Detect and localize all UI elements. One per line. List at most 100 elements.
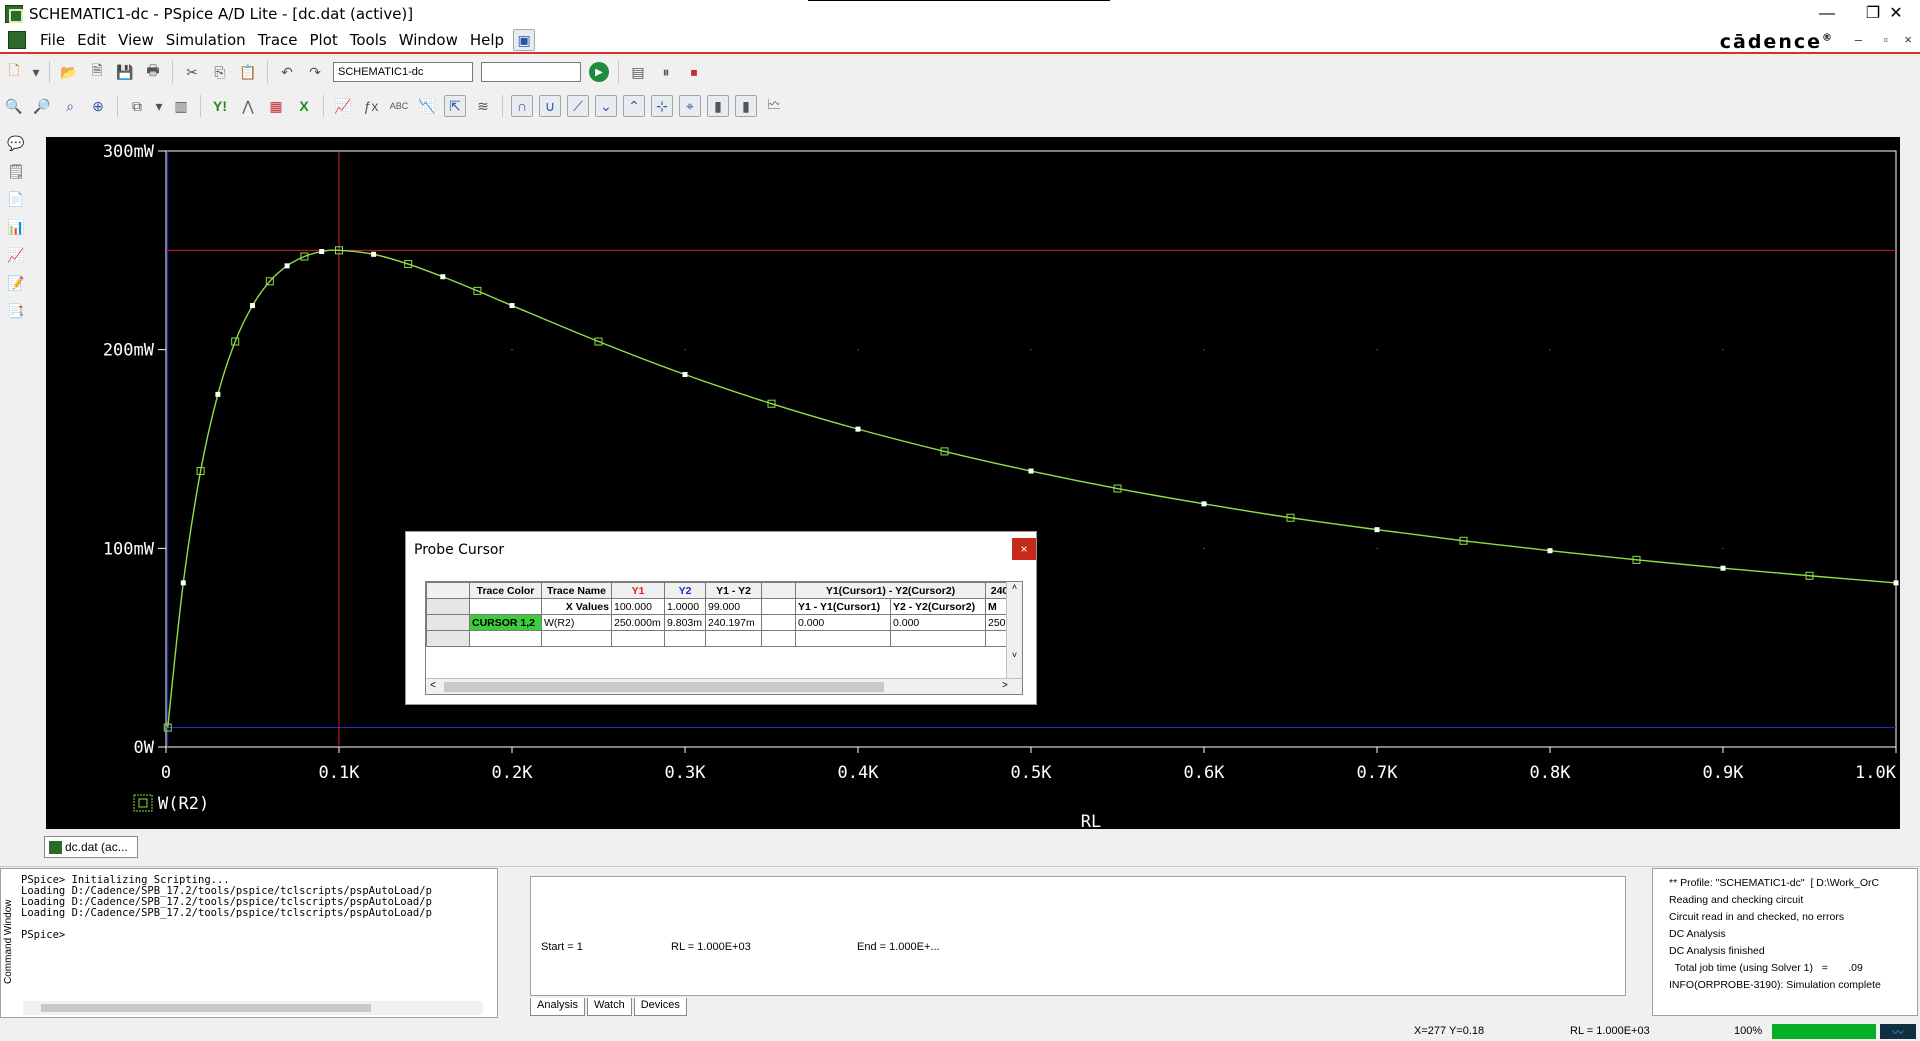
excel-export-icon[interactable]: X [293, 95, 315, 117]
cursor-point-icon[interactable]: ⊹ [651, 95, 673, 117]
probe-cursor-dialog[interactable]: Probe Cursor × Trace Color Trace Name Y1… [405, 531, 1037, 705]
zoom-out-icon[interactable]: 🔎 [31, 95, 53, 117]
label-text-icon[interactable]: ABC [388, 95, 410, 117]
mark-data-points-icon[interactable]: 📉 [416, 95, 438, 117]
mdi-close-button[interactable]: × [1904, 32, 1912, 47]
pause-icon[interactable]: ⏸ [655, 61, 677, 83]
x-tick-label: 0.7K [1357, 763, 1399, 783]
menu-simulation[interactable]: Simulation [160, 31, 252, 49]
cell-x-y1[interactable]: 100.000 [611, 598, 665, 615]
new-icon[interactable]: 🗋 [3, 61, 25, 83]
minimize-button[interactable]: — [1804, 0, 1850, 28]
scroll-up-icon[interactable]: ˄ [1007, 582, 1022, 592]
copy-to-clipboard-icon[interactable]: ⧉ [126, 95, 148, 117]
menu-tools[interactable]: Tools [344, 31, 393, 49]
redo-icon[interactable]: ↷ [304, 61, 326, 83]
cursor-color-cell[interactable]: CURSOR 1,2 [469, 614, 542, 631]
pspice-app-icon[interactable] [5, 5, 23, 23]
menu-view[interactable]: View [112, 31, 160, 49]
menu-trace[interactable]: Trace [252, 31, 304, 49]
add-trace-icon[interactable]: ⋀ [237, 95, 259, 117]
zoom-fit-icon[interactable]: ⊕ [87, 95, 109, 117]
previous-transition-icon[interactable]: ▮ [735, 95, 757, 117]
close-button[interactable]: ✕ [1872, 0, 1920, 28]
cursor-grid[interactable]: Trace Color Trace Name Y1 Y2 Y1 - Y2 Y1(… [425, 581, 1023, 695]
cursor-max-icon[interactable]: ⌃ [623, 95, 645, 117]
new-profile-icon[interactable]: 🗎 [86, 61, 108, 83]
fft-icon[interactable]: ▦ [265, 95, 287, 117]
grid-vertical-scrollbar[interactable]: ˄ ˅ [1006, 582, 1022, 678]
cursor-trough-icon[interactable]: ∪ [539, 95, 561, 117]
dropdown-arrow-icon[interactable]: ▾ [31, 61, 41, 83]
menu-file[interactable]: File [34, 31, 71, 49]
scroll-down-icon[interactable]: ˅ [1007, 650, 1022, 660]
view-output-file-icon[interactable]: 📄 [5, 188, 27, 210]
edit-simulation-settings-icon[interactable]: 📝 [5, 272, 27, 294]
tab-analysis[interactable]: Analysis [530, 998, 585, 1016]
command-window[interactable]: Command Window PSpice> Initializing Scri… [0, 868, 498, 1018]
header-trace-color: Trace Color [469, 582, 542, 599]
dialog-close-button[interactable]: × [1012, 538, 1036, 560]
vertical-scrollbar[interactable] [1908, 126, 1920, 826]
view-queue-icon[interactable]: 📑 [5, 300, 27, 322]
tab-devices[interactable]: Devices [633, 998, 687, 1016]
simulation-profile-field[interactable] [333, 62, 473, 82]
menu-help[interactable]: Help [464, 31, 510, 49]
menu-plot[interactable]: Plot [303, 31, 343, 49]
zoom-in-icon[interactable]: 🔍 [3, 95, 25, 117]
mark-waveform-icon[interactable]: 🗠 [763, 95, 785, 117]
grid-horizontal-scrollbar[interactable]: < > [426, 678, 1022, 694]
performance-analysis-icon[interactable]: 📈 [332, 95, 354, 117]
toggle-cursor-icon[interactable]: ⇱ [444, 95, 466, 117]
edit-profile-icon[interactable]: ▤ [627, 61, 649, 83]
grid-dot [1722, 547, 1724, 549]
paste-icon[interactable]: 📋 [237, 61, 259, 83]
dropdown-arrow-icon[interactable]: ▾ [154, 95, 164, 117]
mdi-minimize-button[interactable]: – [1855, 32, 1862, 47]
cell-x-y2[interactable]: 1.0000 [664, 598, 706, 615]
next-transition-icon[interactable]: ▮ [707, 95, 729, 117]
mark-label-icon[interactable]: ≋ [472, 95, 494, 117]
simulation-messages-icon[interactable]: 💬 [5, 132, 27, 154]
open-folder-icon[interactable]: 📂 [58, 61, 80, 83]
view-netlist-icon[interactable]: 🗒 [5, 160, 27, 182]
output-window[interactable]: ** Profile: "SCHEMATIC1-dc" [ D:\Work_Or… [1652, 868, 1918, 1016]
scroll-thumb[interactable] [41, 1004, 371, 1012]
menu-edit[interactable]: Edit [71, 31, 112, 49]
trace-marker [1028, 468, 1034, 474]
document-icon[interactable] [8, 31, 26, 49]
scroll-right-icon[interactable]: > [1002, 680, 1008, 691]
simulation-profile-dropdown[interactable] [481, 62, 581, 82]
stop-icon[interactable]: ⏹ [683, 61, 705, 83]
scroll-thumb[interactable] [444, 682, 884, 692]
tab-watch[interactable]: Watch [586, 998, 632, 1016]
view-simulation-results-icon[interactable]: 📊 [5, 216, 27, 238]
cut-icon[interactable]: ✂ [181, 61, 203, 83]
cursor-peak-icon[interactable]: ∩ [511, 95, 533, 117]
evaluate-measurement-icon[interactable]: ƒx [360, 95, 382, 117]
copy-icon[interactable]: ⎘ [209, 61, 231, 83]
run-icon[interactable]: ▶ [589, 62, 609, 82]
print-icon[interactable]: 🖶 [142, 61, 164, 83]
trace-legend[interactable]: W(R2) [133, 794, 209, 814]
zoom-area-icon[interactable]: ⌕ [59, 95, 81, 117]
cursor-min-icon[interactable]: ⌄ [595, 95, 617, 117]
add-y-axis-icon[interactable]: Y! [209, 95, 231, 117]
menu-window[interactable]: Window [393, 31, 464, 49]
cursor-search-icon[interactable]: ⌖ [679, 95, 701, 117]
plot-canvas[interactable]: 0W100mW200mW300mW 0 0.1K 0.2K 0.3K 0.4K 0.5K 0… [46, 137, 1900, 829]
scroll-left-icon[interactable]: < [430, 680, 436, 691]
document-tab[interactable]: dc.dat (ac... [44, 836, 138, 858]
undo-icon[interactable]: ↶ [276, 61, 298, 83]
mdi-restore-button[interactable]: ▫ [1883, 32, 1888, 47]
log-file-icon[interactable]: ▥ [170, 95, 192, 117]
x-tick-label: 0.3K [665, 763, 707, 783]
add-plot-icon[interactable]: 📈 [5, 244, 27, 266]
command-horizontal-scrollbar[interactable] [23, 1001, 483, 1015]
y-tick-label: 0W [134, 738, 155, 758]
command-output-text[interactable]: PSpice> Initializing Scripting... Loadin… [21, 875, 432, 941]
cursor-slope-icon[interactable]: ⟋ [567, 95, 589, 117]
help-context-icon[interactable]: ▣ [513, 29, 536, 51]
save-icon[interactable]: 💾 [114, 61, 136, 83]
output-log-text[interactable]: ** Profile: "SCHEMATIC1-dc" [ D:\Work_Or… [1669, 875, 1881, 994]
